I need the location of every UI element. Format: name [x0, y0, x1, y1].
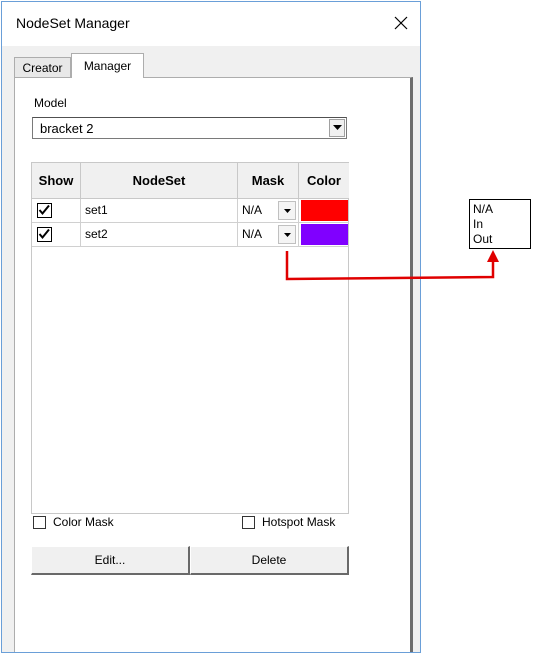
show-checkbox[interactable] [37, 227, 52, 242]
close-button[interactable] [386, 8, 416, 38]
table-row-show-cell [32, 223, 81, 247]
table-row-nodeset-cell[interactable]: set2 [81, 223, 238, 247]
tab-manager[interactable]: Manager [71, 53, 144, 78]
chevron-down-icon [283, 232, 291, 237]
table-row-color-cell[interactable] [299, 199, 349, 223]
mask-option[interactable]: In [473, 217, 530, 232]
edit-button[interactable]: Edit... [31, 546, 190, 575]
mask-option[interactable]: N/A [473, 202, 530, 217]
header-mask[interactable]: Mask [238, 163, 299, 199]
model-label: Model [34, 96, 67, 110]
chevron-down-icon [332, 125, 342, 130]
color-swatch[interactable] [301, 200, 348, 221]
color-mask-label: Color Mask [53, 515, 114, 529]
table-row-mask-cell[interactable]: N/A [238, 223, 299, 247]
mask-dropdown-button[interactable] [278, 201, 296, 220]
table-row-nodeset-cell[interactable]: set1 [81, 199, 238, 223]
close-icon [394, 16, 408, 30]
nodeset-table: Show NodeSet Mask Color set1 N/A set2 N/… [31, 162, 349, 514]
mask-options-popup: N/A In Out [469, 199, 531, 249]
mask-option[interactable]: Out [473, 232, 530, 247]
header-color[interactable]: Color [299, 163, 349, 199]
table-row-show-cell [32, 199, 81, 223]
hotspot-mask-checkbox[interactable] [242, 516, 255, 529]
title-bar: NodeSet Manager [2, 2, 420, 46]
header-nodeset[interactable]: NodeSet [81, 163, 238, 199]
mask-dropdown-button[interactable] [278, 225, 296, 244]
header-show[interactable]: Show [32, 163, 81, 199]
table-row-color-cell[interactable] [299, 223, 349, 247]
model-select[interactable]: bracket 2 [32, 117, 347, 139]
checkmark-icon [38, 204, 50, 216]
color-swatch[interactable] [301, 224, 348, 245]
model-select-value: bracket 2 [40, 121, 94, 136]
mask-value: N/A [242, 203, 263, 217]
delete-button[interactable]: Delete [190, 546, 349, 575]
mask-value: N/A [242, 227, 263, 241]
checkmark-icon [38, 228, 50, 240]
nodeset-name: set1 [85, 203, 108, 217]
chevron-down-icon [283, 208, 291, 213]
hotspot-mask-label: Hotspot Mask [262, 515, 336, 529]
table-row-mask-cell[interactable]: N/A [238, 199, 299, 223]
nodeset-name: set2 [85, 227, 108, 241]
show-checkbox[interactable] [37, 203, 52, 218]
color-mask-checkbox[interactable] [33, 516, 46, 529]
window-title: NodeSet Manager [16, 15, 130, 31]
model-select-dropdown-button[interactable] [329, 119, 345, 137]
tab-creator[interactable]: Creator [14, 57, 71, 77]
